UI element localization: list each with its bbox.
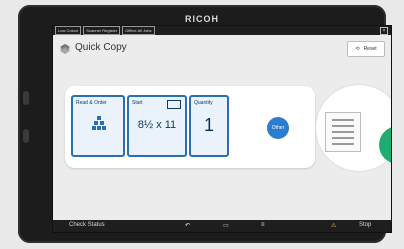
close-icon[interactable]: × — [380, 27, 388, 35]
card-paper[interactable]: Start 8½ x 11 — [127, 95, 187, 157]
card-read-order-label: Read & Order — [76, 100, 107, 106]
top-status-bar: Low Colour Scanner Register Offline All … — [53, 26, 391, 35]
status-chip-1[interactable]: Low Colour — [55, 26, 82, 35]
doc-line-3 — [332, 131, 354, 133]
reset-icon: ⟲ — [355, 46, 360, 52]
doc-line-2 — [332, 125, 354, 127]
multi-arrange-icon — [91, 115, 107, 136]
reset-label: Reset — [363, 46, 377, 52]
card-paper-label: Start — [132, 100, 143, 106]
document-preview — [325, 112, 361, 152]
copy-logo-icon — [58, 41, 72, 55]
header: Quick Copy ⟲ Reset — [53, 36, 391, 62]
page-title: Quick Copy — [75, 42, 127, 53]
card-paper-value: 8½ x 11 — [137, 119, 177, 131]
card-quantity-label: Quantity — [194, 100, 213, 106]
screen: Low Colour Scanner Register Offline All … — [52, 25, 392, 233]
stop-button[interactable]: Stop — [359, 222, 371, 228]
card-quantity-value: 1 — [203, 115, 214, 135]
side-button-upper[interactable] — [23, 91, 29, 105]
status-chip-3[interactable]: Offline All Jobs — [122, 26, 155, 35]
doc-line-1 — [332, 119, 354, 121]
other-button[interactable]: Other — [267, 117, 289, 139]
device-frame: RICOH Low Colour Scanner Register Offlin… — [18, 5, 392, 243]
brand-logo-text: RICOH — [185, 14, 219, 24]
card-read-order[interactable]: Read & Order — [71, 95, 125, 157]
side-button-lower[interactable] — [23, 129, 29, 143]
status-chip-2[interactable]: Scanner Register — [83, 26, 121, 35]
doc-line-4 — [332, 137, 354, 139]
doc-line-5 — [332, 143, 354, 145]
check-status-button[interactable]: Check Status — [69, 222, 105, 228]
card-quantity[interactable]: Quantity 1 — [189, 95, 229, 157]
reset-button[interactable]: ⟲ Reset — [347, 41, 385, 57]
alert-icon[interactable]: ⚠ — [331, 222, 336, 229]
apps-icon[interactable]: ≡ — [261, 222, 265, 228]
bottom-bar: Check Status ↶ ▭ ≡ ⚠ Stop — [53, 220, 391, 232]
back-icon[interactable]: ↶ — [185, 222, 190, 229]
paper-size-icon — [167, 100, 181, 109]
home-icon[interactable]: ▭ — [223, 222, 229, 229]
